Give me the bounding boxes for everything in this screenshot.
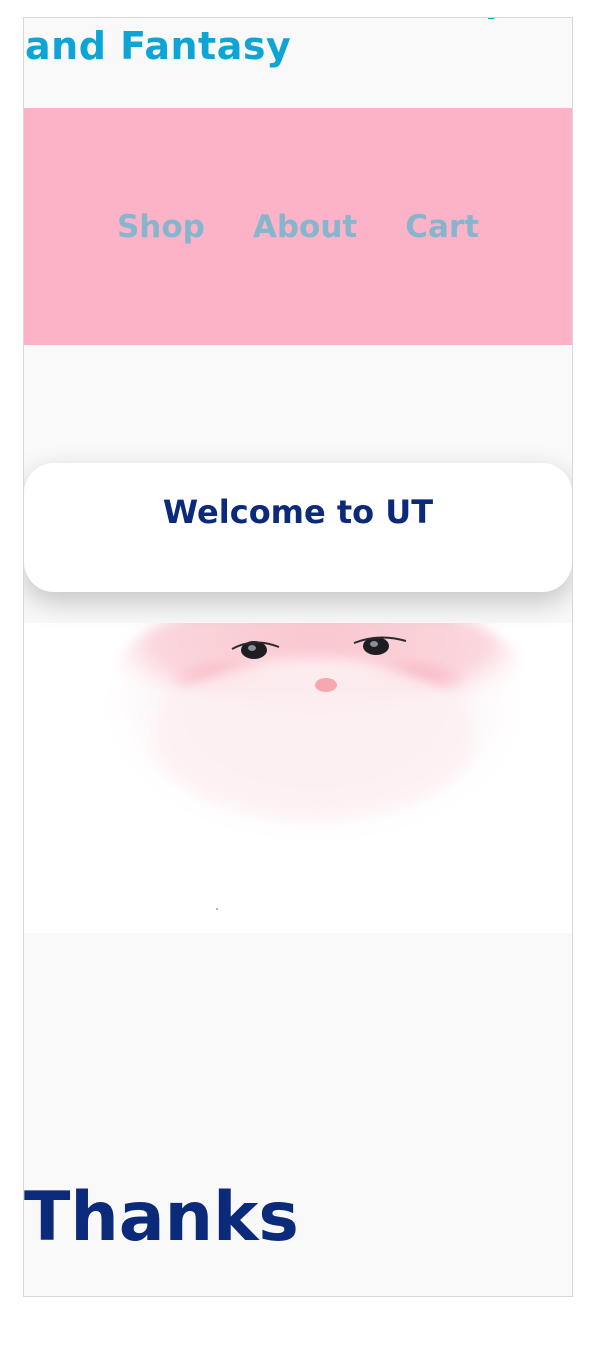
hero-image [24, 623, 572, 933]
santa-face-illustration [104, 623, 524, 910]
main-nav: Shop About Cart [24, 108, 572, 345]
site-title[interactable]: and Fantasy [25, 22, 291, 70]
page-frame: and Fantasy Shop About Cart Welcome to U… [23, 17, 573, 1297]
thanks-heading: Thanks [24, 1178, 299, 1257]
title-fragment [488, 18, 494, 19]
welcome-card: Welcome to UT [24, 463, 572, 592]
nav-link-shop[interactable]: Shop [117, 209, 205, 245]
nav-link-about[interactable]: About [253, 209, 357, 245]
welcome-heading: Welcome to UT [162, 493, 434, 531]
nav-link-cart[interactable]: Cart [405, 209, 479, 245]
